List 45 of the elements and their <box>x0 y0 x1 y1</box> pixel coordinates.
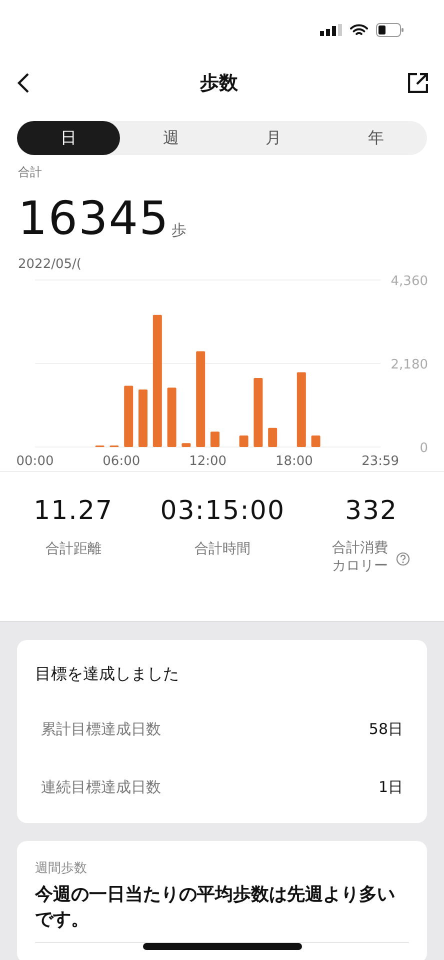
chart-bar <box>167 387 176 446</box>
row-value: 58日 <box>368 718 403 740</box>
axis-label: 0 <box>420 440 428 456</box>
axis-label: 00:00 <box>16 454 54 468</box>
row-label: 累計目標達成日数 <box>41 718 161 740</box>
signal-icon <box>320 24 342 36</box>
axis-label: 2,180 <box>390 357 428 372</box>
page-title: 歩数 <box>200 70 238 96</box>
chart-bar <box>182 442 191 446</box>
axis-label: 23:59 <box>362 454 400 468</box>
back-icon[interactable] <box>16 73 30 93</box>
card-title: 目標を達成しました <box>35 664 179 682</box>
period-tab[interactable]: 週 <box>120 121 222 155</box>
total-steps: 16345 <box>18 195 170 241</box>
row-value: 1日 <box>378 777 403 798</box>
stat-label: 合計消費カロリー <box>332 538 390 576</box>
chart-bar <box>254 378 263 446</box>
chart-bar <box>210 431 220 446</box>
chart-bar <box>311 435 320 446</box>
axis-label: 06:00 <box>102 454 140 468</box>
period-tab[interactable]: 月 <box>222 121 324 155</box>
battery-icon <box>376 23 404 37</box>
card-label: 週間歩数 <box>35 860 87 876</box>
axis-label: 12:00 <box>189 454 227 468</box>
chart-bar <box>239 435 248 446</box>
help-icon[interactable] <box>396 552 410 566</box>
stat-value: 03:15:00 <box>160 496 285 526</box>
wifi-icon <box>350 24 368 36</box>
row-label: 連続目標達成日数 <box>41 777 161 798</box>
chart-bar <box>268 427 278 446</box>
card-headline: 今週の一日当たりの平均歩数は先週より多いです。 <box>34 883 396 932</box>
chart-bar <box>124 385 134 446</box>
stat-label: 合計距離 <box>45 540 102 558</box>
share-icon[interactable] <box>408 73 428 93</box>
stat-value: 332 <box>344 496 398 526</box>
axis-label: 18:00 <box>275 454 313 468</box>
total-label: 合計 <box>18 165 42 179</box>
stat-label: 合計時間 <box>194 540 251 558</box>
axis-label: 4,360 <box>390 274 428 288</box>
stat-value: 11.27 <box>34 496 114 526</box>
date-label: 2022/05/( <box>18 257 82 272</box>
chart-bar <box>138 389 148 446</box>
period-tab[interactable]: 年 <box>324 121 427 155</box>
unit-label: 歩 <box>171 220 186 240</box>
period-tab[interactable]: 日 <box>17 121 120 155</box>
